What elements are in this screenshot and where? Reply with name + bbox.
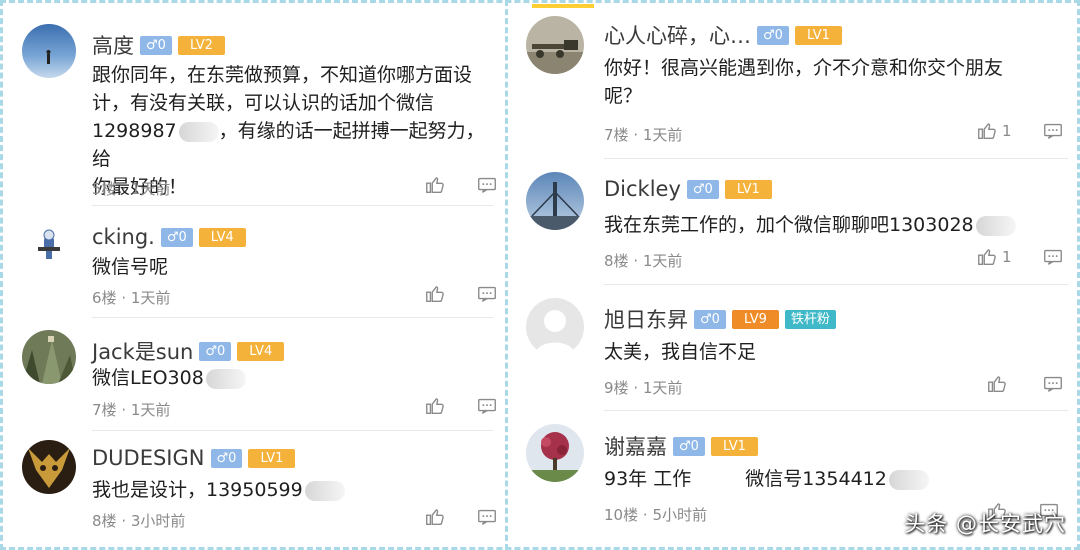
avatar[interactable] bbox=[22, 24, 76, 78]
comment-item: 心人心碎，心… ♂0 LV1 你好！很高兴能遇到你，介不介意和你交个朋友 呢？ … bbox=[510, 0, 1080, 159]
username[interactable]: 谢嘉嘉 bbox=[604, 431, 667, 461]
level-badge: LV1 bbox=[248, 448, 296, 468]
thumbs-up-icon bbox=[424, 506, 446, 528]
comment-item: Jack是sun ♂0 LV4 微信LEO308 7楼 · 1天前 bbox=[0, 317, 505, 431]
avatar[interactable] bbox=[526, 424, 584, 482]
avatar[interactable] bbox=[22, 219, 76, 273]
like-button[interactable]: 1 bbox=[976, 120, 1012, 142]
gender-badge: ♂0 bbox=[673, 436, 705, 456]
fan-badge: 铁杆粉 bbox=[784, 309, 836, 329]
like-button[interactable] bbox=[424, 395, 446, 417]
comment-bubble-icon bbox=[476, 174, 498, 196]
level-badge: LV4 bbox=[198, 227, 246, 247]
avatar[interactable] bbox=[22, 440, 76, 494]
comment-bubble-icon bbox=[476, 506, 498, 528]
redacted-blur bbox=[975, 215, 1016, 236]
comment-meta: 7楼 · 1天前 bbox=[604, 126, 683, 144]
level-badge: LV2 bbox=[177, 35, 225, 55]
like-button[interactable]: 1 bbox=[976, 246, 1012, 268]
username[interactable]: 高度 bbox=[92, 30, 134, 60]
like-count: 1 bbox=[1002, 122, 1012, 140]
gender-badge: ♂0 bbox=[210, 448, 243, 468]
username[interactable]: cking. bbox=[92, 225, 155, 249]
gender-badge: ♂0 bbox=[199, 341, 232, 361]
watermark: 头条 @长安武穴 bbox=[904, 512, 1066, 536]
comment-text: 我也是设计，13950599 bbox=[92, 476, 492, 504]
comment-item: cking. ♂0 LV4 微信号呢 6楼 · 1天前 bbox=[0, 205, 505, 318]
gender-badge: ♂0 bbox=[757, 25, 789, 45]
username[interactable]: DUDESIGN bbox=[92, 446, 205, 470]
comment-bubble-icon bbox=[1042, 373, 1064, 395]
thumbs-up-icon bbox=[976, 120, 998, 142]
username[interactable]: 旭日东昇 bbox=[604, 304, 688, 334]
comment-meta: 8楼 · 3小时前 bbox=[92, 512, 186, 530]
like-button[interactable] bbox=[424, 506, 446, 528]
gender-badge: ♂0 bbox=[160, 227, 193, 247]
comment-bubble-icon bbox=[476, 283, 498, 305]
comment-text: 太美，我自信不足 bbox=[604, 341, 757, 363]
avatar[interactable] bbox=[526, 16, 584, 74]
comment-text: 微信LEO308 bbox=[92, 364, 492, 392]
redacted-blur bbox=[304, 480, 345, 501]
comment-item: DUDESIGN ♂0 LV1 我也是设计，13950599 8楼 · 3小时前 bbox=[0, 430, 505, 545]
thumbs-up-icon bbox=[986, 373, 1008, 395]
level-badge: LV9 bbox=[731, 309, 779, 329]
like-button[interactable] bbox=[424, 174, 446, 196]
level-badge: LV1 bbox=[710, 436, 758, 456]
redacted-blur bbox=[205, 368, 246, 389]
comment-meta: 10楼 · 5小时前 bbox=[604, 506, 707, 524]
reply-button[interactable] bbox=[476, 174, 498, 196]
username[interactable]: 心人心碎，心… bbox=[604, 20, 751, 50]
thumbs-up-icon bbox=[424, 283, 446, 305]
comment-meta: 7楼 · 1天前 bbox=[92, 401, 171, 419]
comment-meta: 8楼 · 1天前 bbox=[604, 252, 683, 270]
comment-bubble-icon bbox=[1042, 120, 1064, 142]
like-button[interactable] bbox=[424, 283, 446, 305]
reply-button[interactable] bbox=[476, 506, 498, 528]
gender-badge: ♂0 bbox=[694, 309, 726, 329]
comment-bubble-icon bbox=[476, 395, 498, 417]
comment-meta: 9楼 · 1天前 bbox=[604, 379, 683, 397]
thumbs-up-icon bbox=[424, 395, 446, 417]
comment-text: 我在东莞工作的，加个微信聊聊吧1303028 bbox=[604, 211, 1064, 239]
comment-meta: 5楼 · 1天前 bbox=[92, 180, 171, 198]
thumbs-up-icon bbox=[976, 246, 998, 268]
avatar[interactable] bbox=[526, 172, 584, 230]
thumbs-up-icon bbox=[424, 174, 446, 196]
gender-badge: ♂0 bbox=[686, 179, 719, 199]
comment-text: 微信号呢 bbox=[92, 256, 169, 278]
comment-item: 旭日东昇 ♂0 LV9 铁杆粉 太美，我自信不足 9楼 · 1天前 bbox=[510, 284, 1080, 411]
redacted-blur bbox=[178, 121, 219, 142]
level-badge: LV4 bbox=[237, 341, 285, 361]
level-badge: LV1 bbox=[794, 25, 842, 45]
reply-button[interactable] bbox=[1042, 373, 1064, 395]
like-count: 1 bbox=[1002, 248, 1012, 266]
reply-button[interactable] bbox=[1042, 246, 1064, 268]
comment-bubble-icon bbox=[1042, 246, 1064, 268]
level-badge: LV1 bbox=[724, 179, 772, 199]
avatar[interactable] bbox=[526, 298, 584, 356]
comment-item: 高度 ♂0 LV2 跟你同年，在东莞做预算，不知道你哪方面设 计，有没有关联，可… bbox=[0, 0, 505, 206]
username[interactable]: Jack是sun bbox=[92, 336, 193, 366]
reply-button[interactable] bbox=[1042, 120, 1064, 142]
comment-text: 你好！很高兴能遇到你，介不介意和你交个朋友 呢？ bbox=[604, 57, 1004, 107]
like-button[interactable] bbox=[986, 373, 1012, 395]
username[interactable]: Dickley bbox=[604, 177, 681, 201]
comment-item: Dickley ♂0 LV1 我在东莞工作的，加个微信聊聊吧1303028 8楼… bbox=[510, 158, 1080, 285]
reply-button[interactable] bbox=[476, 283, 498, 305]
gender-badge: ♂0 bbox=[140, 35, 172, 55]
reply-button[interactable] bbox=[476, 395, 498, 417]
redacted-blur bbox=[888, 469, 929, 490]
comment-text: 93年 工作 微信号1354412 bbox=[604, 465, 1064, 493]
avatar[interactable] bbox=[22, 330, 76, 384]
comment-meta: 6楼 · 1天前 bbox=[92, 289, 171, 307]
